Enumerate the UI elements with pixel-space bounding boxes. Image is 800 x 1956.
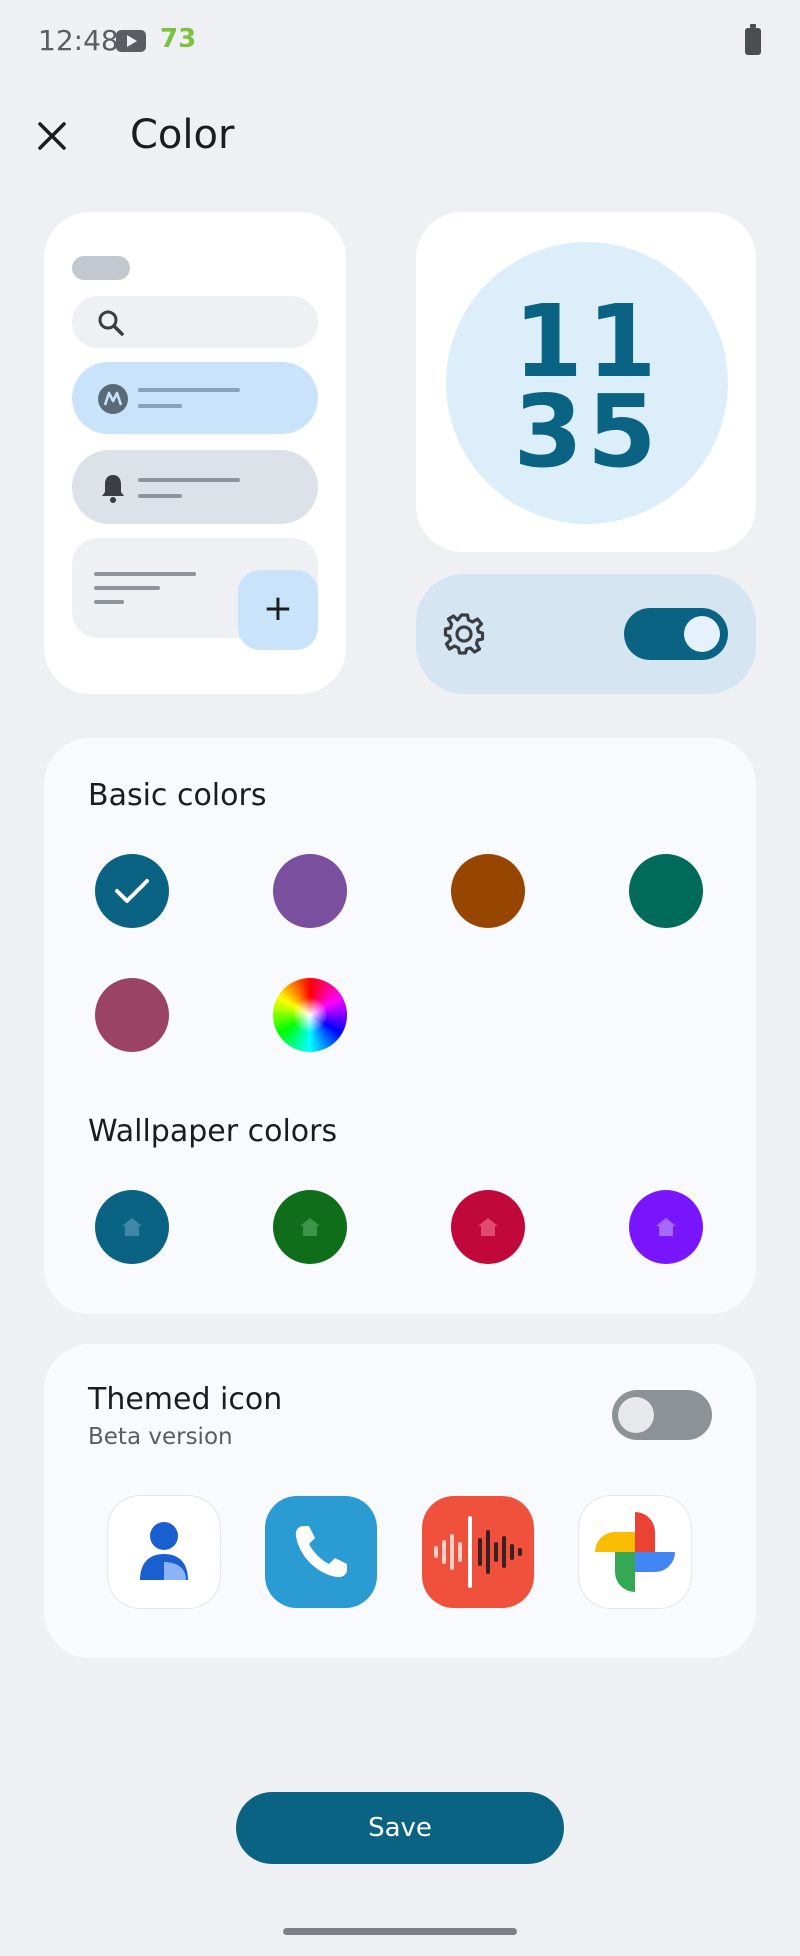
search-icon bbox=[98, 310, 124, 336]
gear-icon bbox=[443, 613, 485, 655]
preview-search-bar bbox=[72, 296, 318, 348]
photos-icon bbox=[579, 1496, 691, 1608]
preview-pill bbox=[72, 256, 130, 280]
recorder-icon bbox=[422, 1496, 534, 1608]
page-title: Color bbox=[130, 112, 235, 158]
wallpaper-color-blue[interactable] bbox=[95, 1190, 169, 1264]
home-icon bbox=[478, 1218, 498, 1236]
home-icon bbox=[300, 1218, 320, 1236]
battery-icon bbox=[745, 24, 761, 55]
basic-color-blue[interactable] bbox=[95, 854, 169, 928]
basic-color-teal[interactable] bbox=[629, 854, 703, 928]
check-icon bbox=[115, 879, 149, 903]
basic-colors-label: Basic colors bbox=[88, 778, 267, 813]
home-icon bbox=[656, 1218, 676, 1236]
clock-preview: 11 35 bbox=[446, 242, 728, 524]
wallpaper-color-violet[interactable] bbox=[629, 1190, 703, 1264]
preview-add-button: + bbox=[238, 570, 318, 650]
clock-minute: 35 bbox=[513, 373, 661, 490]
home-icon bbox=[122, 1218, 142, 1236]
themed-icon-toggle[interactable] bbox=[612, 1390, 712, 1440]
gesture-nav-bar[interactable] bbox=[283, 1928, 517, 1935]
basic-color-rose[interactable] bbox=[95, 978, 169, 1052]
preview-list-item bbox=[72, 450, 318, 524]
phone-icon bbox=[265, 1496, 377, 1608]
contacts-icon bbox=[108, 1496, 220, 1608]
motorola-logo-icon bbox=[98, 384, 128, 414]
wallpaper-color-green[interactable] bbox=[273, 1190, 347, 1264]
wallpaper-color-red[interactable] bbox=[451, 1190, 525, 1264]
preview-list-item-selected bbox=[72, 362, 318, 434]
preview-toggle bbox=[624, 608, 728, 660]
youtube-notification-icon bbox=[116, 30, 146, 52]
basic-color-purple[interactable] bbox=[273, 854, 347, 928]
close-button[interactable] bbox=[30, 114, 74, 158]
themed-icon-subtitle: Beta version bbox=[88, 1424, 233, 1450]
wallpaper-colors-label: Wallpaper colors bbox=[88, 1114, 338, 1149]
status-time: 12:48 bbox=[38, 24, 119, 57]
basic-color-orange[interactable] bbox=[451, 854, 525, 928]
bell-icon bbox=[102, 475, 124, 503]
notification-count: 73 bbox=[160, 24, 197, 54]
themed-icon-title: Themed icon bbox=[88, 1382, 283, 1417]
save-button[interactable]: Save bbox=[236, 1792, 564, 1864]
custom-color-picker[interactable] bbox=[273, 978, 347, 1052]
close-icon bbox=[38, 122, 66, 150]
